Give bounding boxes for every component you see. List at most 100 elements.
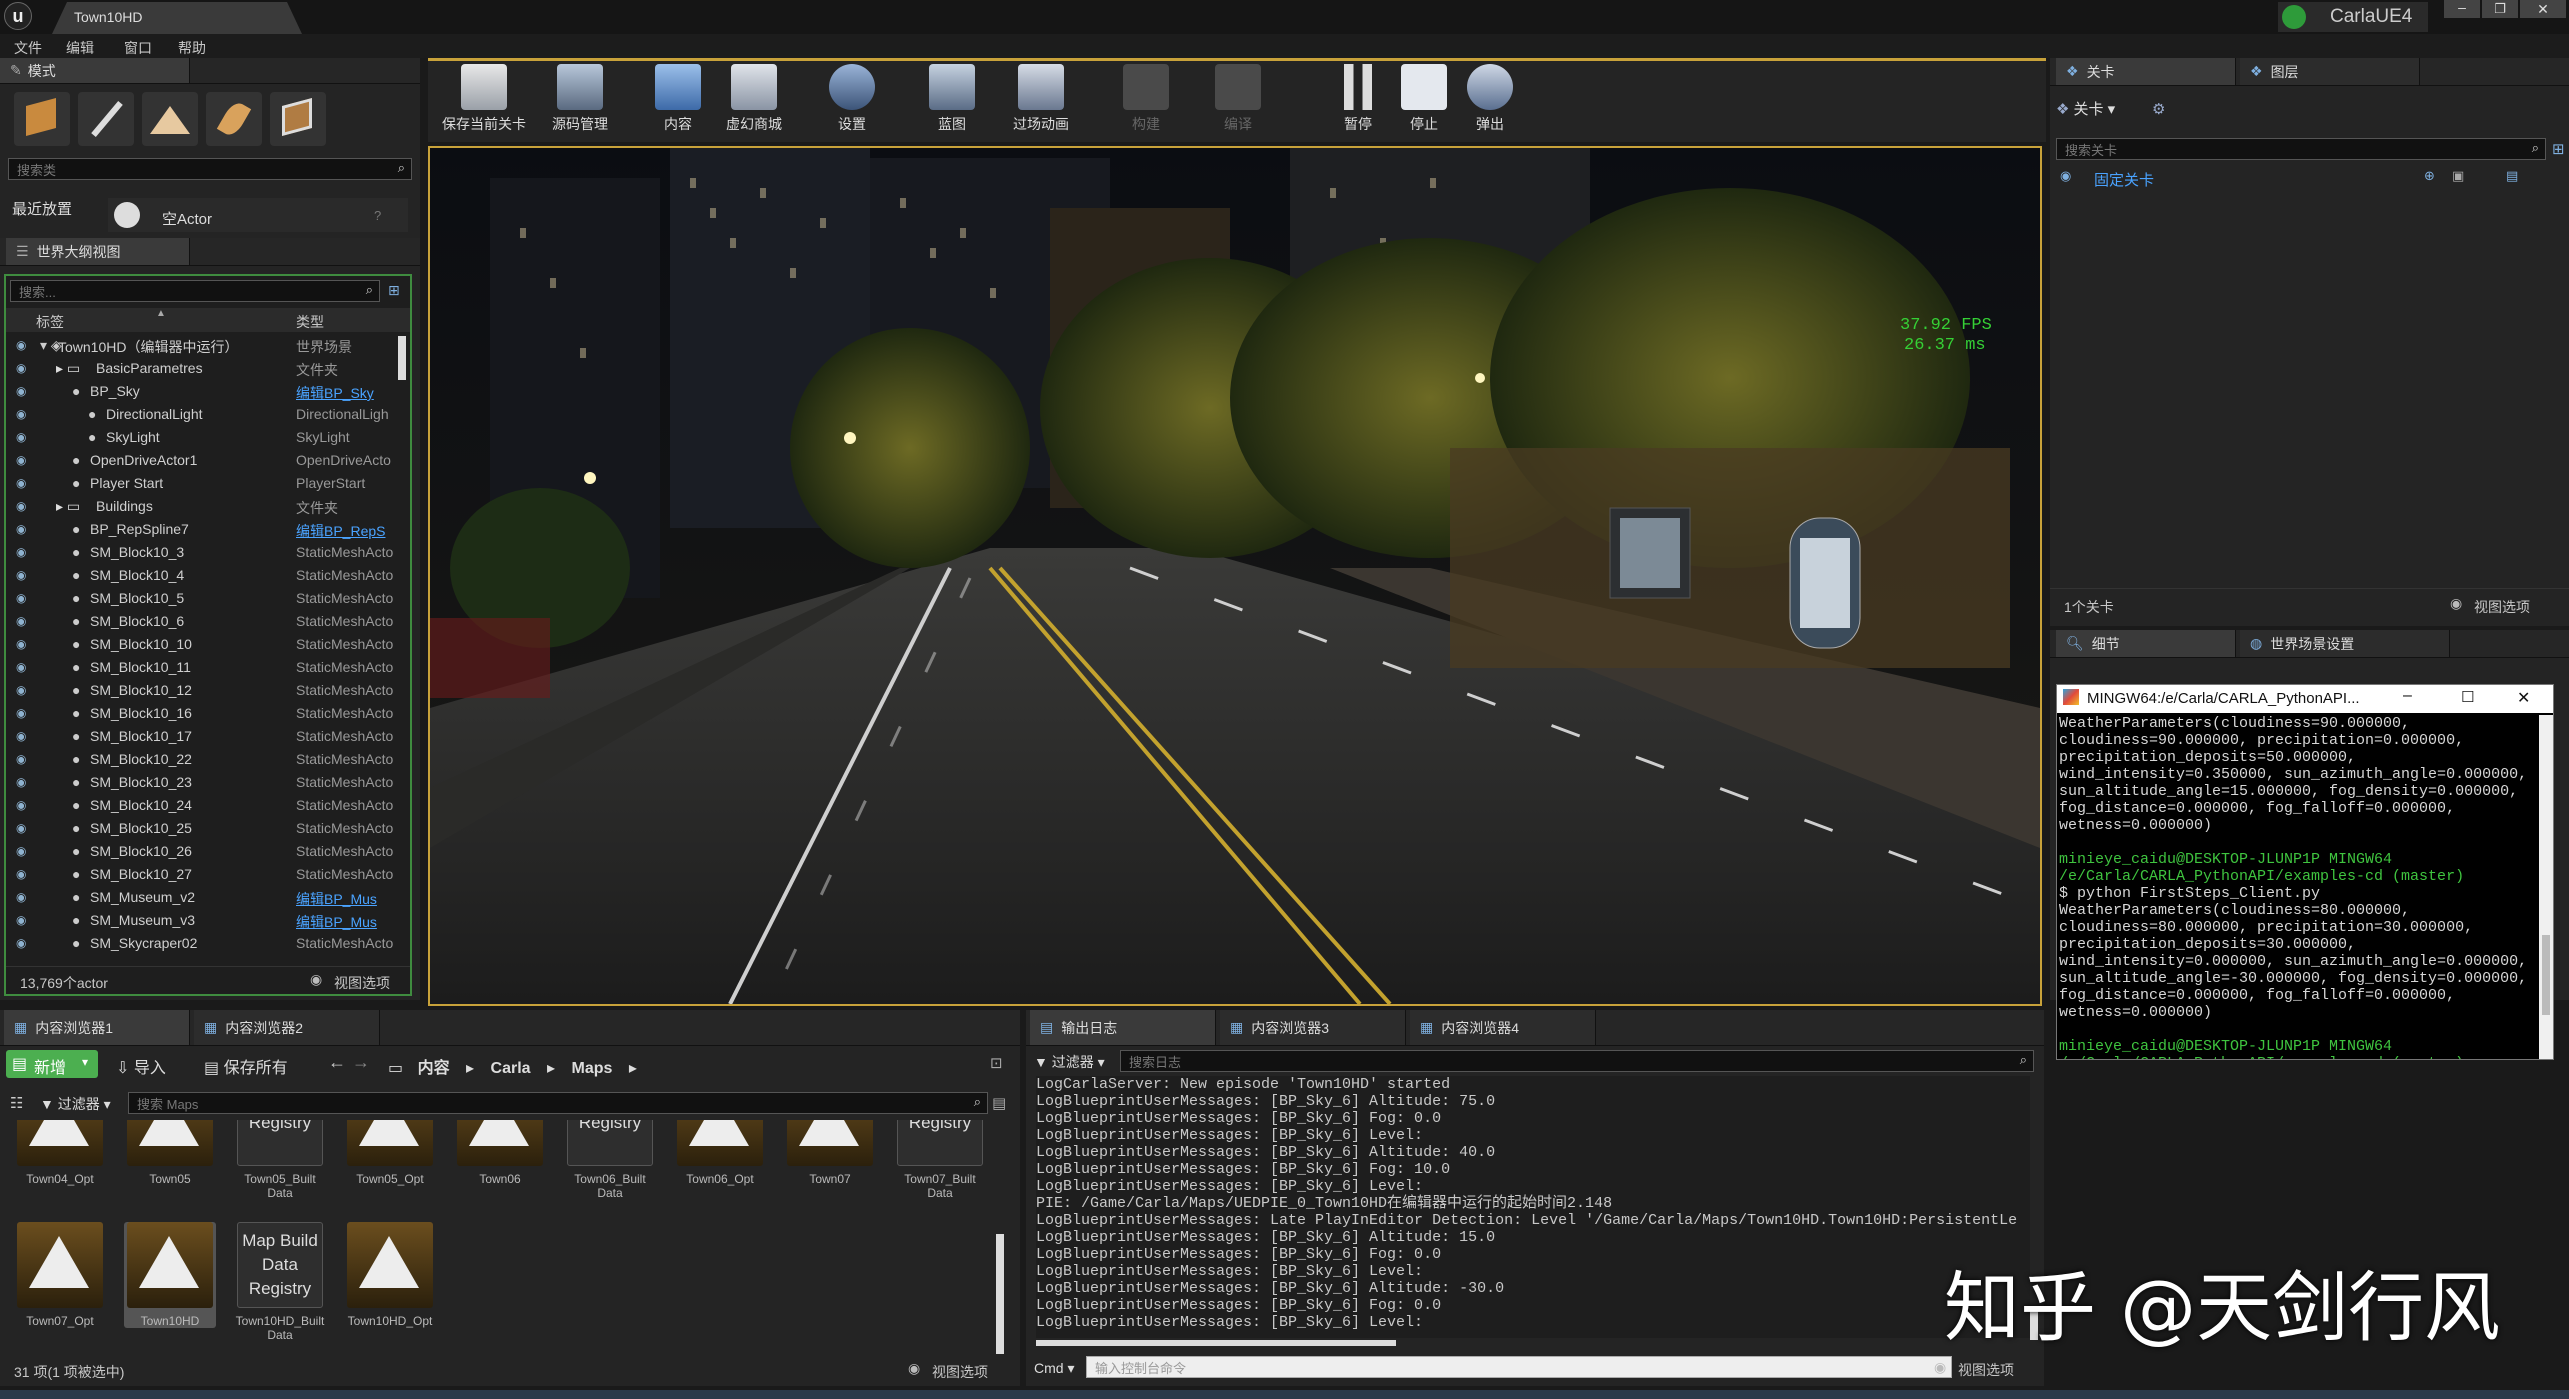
close-button[interactable]: ✕ [2520, 0, 2566, 18]
outliner-row[interactable]: ◉ ● SM_Skycraper02 StaticMeshActo [6, 932, 400, 955]
log-view-options[interactable]: 视图选项 [1958, 1360, 2014, 1380]
tab-content-browser-2[interactable]: ▦ 内容浏览器2 [194, 1010, 380, 1045]
level-viewport[interactable]: 37.92 FPS 26.37 ms [428, 146, 2042, 1006]
tab-details[interactable]: 🔍︎ 细节 [2056, 630, 2236, 657]
sources-toggle-icon[interactable]: ☷ [10, 1094, 23, 1112]
levels-view-options[interactable]: 视图选项 [2474, 597, 2530, 617]
back-arrow-icon[interactable]: ← [328, 1052, 346, 1073]
tab-content-browser-3[interactable]: ▦ 内容浏览器3 [1220, 1010, 1406, 1045]
toolbar-marketplace[interactable]: 虚幻商城 [714, 61, 794, 142]
menu-edit[interactable]: 编辑 [66, 38, 94, 58]
toolbar-cinematics[interactable]: 过场动画 [996, 61, 1086, 142]
terminal-scrollbar[interactable] [2539, 715, 2553, 1059]
menu-file[interactable]: 文件 [14, 38, 42, 58]
mode-paint-icon[interactable] [78, 92, 134, 146]
terminal-close-button[interactable]: ✕ [2517, 688, 2530, 708]
eye-icon[interactable]: ◉ [16, 914, 30, 926]
asset-tile[interactable]: Town07 [784, 1120, 876, 1186]
outliner-row[interactable]: ◉ ● SM_Block10_11 StaticMeshActo [6, 656, 400, 679]
content-search-input[interactable]: 搜索 Maps ⌕ [128, 1092, 988, 1114]
filter-dropdown[interactable]: ▼ 过滤器 ▾ [40, 1094, 111, 1114]
mode-place-icon[interactable] [14, 92, 70, 146]
menu-help[interactable]: 帮助 [178, 38, 206, 58]
outliner-row[interactable]: ◉ ▸ ▭ BasicParametres 文件夹 [6, 357, 400, 380]
toolbar-build[interactable]: 构建 [1106, 61, 1186, 142]
new-button[interactable]: ▤ 新增 ▾ [6, 1050, 98, 1078]
outliner-row[interactable]: ◉ ● SM_Block10_23 StaticMeshActo [6, 771, 400, 794]
toolbar-source-control[interactable]: 源码管理 [536, 61, 624, 142]
import-button[interactable]: ⇩ 导入 [116, 1054, 166, 1078]
terminal-minimize-button[interactable]: – [2403, 687, 2412, 705]
outliner-row[interactable]: ◉ ▸ ▭ Buildings 文件夹 [6, 495, 400, 518]
asset-tile[interactable]: Registry Town06_Built Data [564, 1120, 656, 1200]
console-input[interactable]: 输入控制台命令 [1086, 1356, 1952, 1378]
tab-output-log[interactable]: ▤ 输出日志 [1030, 1010, 1216, 1045]
asset-tile[interactable]: Town05_Opt [344, 1120, 436, 1186]
asset-tile[interactable]: Registry Town05_Built Data [234, 1120, 326, 1200]
asset-tile[interactable]: Town06 [454, 1120, 546, 1186]
eye-icon[interactable]: ◉ [16, 707, 30, 719]
outliner-row[interactable]: ◉ ● DirectionalLight DirectionalLigh [6, 403, 400, 426]
asset-tile[interactable]: Map Build Data Registry Town10HD_Built Da… [234, 1222, 326, 1342]
mode-landscape-icon[interactable] [142, 92, 198, 146]
outliner-row[interactable]: ◉ ● Player Start PlayerStart [6, 472, 400, 495]
minimize-button[interactable]: – [2444, 0, 2480, 18]
eye-icon[interactable]: ◉ [16, 385, 30, 397]
eye-icon[interactable]: ◉ [16, 362, 30, 374]
lock-icon[interactable]: ⊕ [2424, 168, 2435, 184]
outliner-row[interactable]: ◉ ● SM_Block10_27 StaticMeshActo [6, 863, 400, 886]
eye-icon[interactable]: ◉ [16, 937, 30, 949]
outliner-row[interactable]: ◉ ● SM_Block10_10 StaticMeshActo [6, 633, 400, 656]
color-icon[interactable]: ▣ [2452, 168, 2464, 184]
recent-category[interactable]: 最近放置 [12, 198, 72, 219]
eye-icon[interactable]: ◉ [16, 776, 30, 788]
asset-tile[interactable]: Town10HD_Opt [344, 1222, 436, 1328]
eye-icon[interactable]: ◉ [16, 891, 30, 903]
help-icon[interactable]: ? [374, 208, 381, 223]
toolbar-blueprints[interactable]: 蓝图 [912, 61, 992, 142]
outliner-row[interactable]: ◉ ▾ ◈ Town10HD（编辑器中运行） 世界场景 [6, 334, 400, 357]
empty-actor-item[interactable]: 空Actor ? [108, 198, 408, 232]
asset-tile[interactable]: Town05 [124, 1120, 216, 1186]
terminal-output[interactable]: WeatherParameters(cloudiness=90.000000, … [2057, 715, 2537, 1059]
outliner-row[interactable]: ◉ ● SM_Block10_5 StaticMeshActo [6, 587, 400, 610]
outliner-row[interactable]: ◉ ● SM_Museum_v2 编辑BP_Mus [6, 886, 400, 909]
tab-layers[interactable]: ❖ 图层 [2240, 58, 2420, 85]
outliner-search-input[interactable]: 搜索... ⌕ [10, 280, 380, 302]
tab-modes[interactable]: ✎ 模式 [0, 58, 190, 83]
breadcrumb-carla[interactable]: Carla [491, 1060, 531, 1077]
outliner-row[interactable]: ◉ ● BP_Sky 编辑BP_Sky [6, 380, 400, 403]
col-type[interactable]: 类型 [296, 312, 324, 332]
outliner-row[interactable]: ◉ ● SM_Block10_26 StaticMeshActo [6, 840, 400, 863]
tab-world-settings[interactable]: ◍ 世界场景设置 [2240, 630, 2450, 657]
outliner-row[interactable]: ◉ ● SM_Block10_17 StaticMeshActo [6, 725, 400, 748]
menu-window[interactable]: 窗口 [124, 38, 152, 58]
outliner-row[interactable]: ◉ ● BP_RepSpline7 编辑BP_RepS [6, 518, 400, 541]
save-level-icon[interactable]: ▤ [2506, 168, 2518, 184]
tab-content-browser-4[interactable]: ▦ 内容浏览器4 [1410, 1010, 1596, 1045]
forward-arrow-icon[interactable]: → [352, 1052, 370, 1073]
level-row-persistent[interactable]: ◉ 固定关卡 ⊕ ▣ ▤ [2056, 166, 2556, 190]
mode-foliage-icon[interactable] [206, 92, 262, 146]
outliner-row[interactable]: ◉ ● OpenDriveActor1 OpenDriveActo [6, 449, 400, 472]
add-folder-icon[interactable]: ⊞ [388, 282, 400, 299]
tab-levels[interactable]: ❖ 关卡 [2056, 58, 2236, 85]
eye-icon[interactable]: ◉ [16, 592, 30, 604]
save-search-icon[interactable]: ▤ [992, 1094, 1006, 1112]
outliner-row[interactable]: ◉ ● SM_Museum_v3 编辑BP_Mus [6, 909, 400, 932]
log-search-input[interactable]: 搜索日志 ⌕ [1120, 1050, 2034, 1072]
breadcrumb-maps[interactable]: Maps [572, 1060, 613, 1077]
toolbar-settings[interactable]: 设置 [812, 61, 892, 142]
toolbar-stop[interactable]: 停止 [1394, 61, 1454, 142]
lock-icon[interactable]: ⊡ [990, 1054, 1003, 1072]
cmd-dropdown[interactable]: Cmd ▾ [1034, 1360, 1074, 1377]
asset-tile[interactable]: Registry Town07_Built Data [894, 1120, 986, 1200]
levels-search-input[interactable]: 搜索关卡 ⌕ [2056, 138, 2546, 160]
terminal-scroll-thumb[interactable] [2542, 935, 2550, 1015]
col-label[interactable]: 标签 [36, 312, 64, 332]
eye-icon[interactable]: ◉ [16, 684, 30, 696]
tab-world-outliner[interactable]: ☰ 世界大纲视图 [6, 238, 190, 265]
outliner-row[interactable]: ◉ ● SM_Block10_6 StaticMeshActo [6, 610, 400, 633]
eye-icon[interactable]: ◉ [16, 615, 30, 627]
tab-content-browser-1[interactable]: ▦ 内容浏览器1 [4, 1010, 190, 1045]
